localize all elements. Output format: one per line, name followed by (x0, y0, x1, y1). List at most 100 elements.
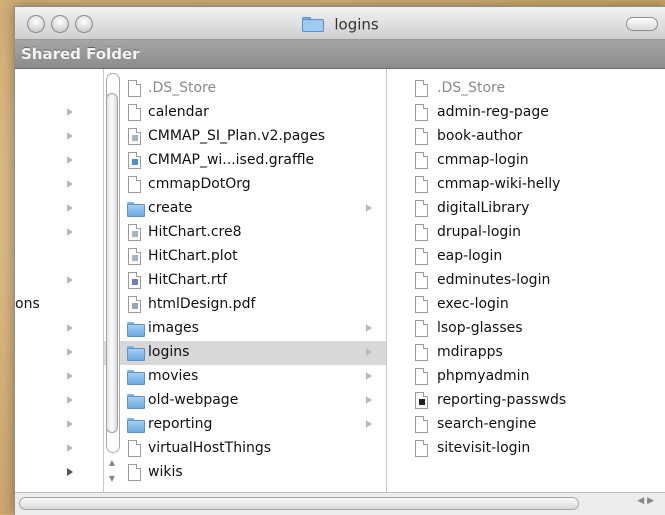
document-icon (413, 79, 431, 99)
list-item[interactable]: CMMAP_SI_Plan.v2.pages (104, 125, 386, 149)
list-item[interactable]: search-engine (387, 413, 665, 437)
list-item[interactable]: cmmapDotOrg (104, 173, 386, 197)
list-item[interactable] (15, 389, 103, 413)
shared-folder-bar: Shared Folder (15, 40, 665, 69)
disclosure-arrow-icon[interactable] (366, 372, 372, 380)
window-title: logins (334, 15, 379, 34)
disclosure-arrow-icon[interactable] (67, 132, 73, 140)
list-item[interactable]: HitChart.rtf (104, 269, 386, 293)
document-icon (413, 367, 431, 387)
document-icon (126, 439, 144, 459)
disclosure-arrow-icon[interactable] (67, 420, 73, 428)
list-item[interactable]: CMMAP_wi...ised.graffle (104, 149, 386, 173)
list-item[interactable]: create (104, 197, 386, 221)
list-item[interactable]: drupal-login (387, 221, 665, 245)
window-title-group: logins (15, 14, 665, 34)
list-item[interactable]: sitevisit-login (387, 437, 665, 461)
disclosure-arrow-icon[interactable] (67, 156, 73, 164)
disclosure-arrow-icon[interactable] (67, 204, 73, 212)
list-item[interactable] (15, 341, 103, 365)
pages-document-icon (126, 127, 144, 147)
disclosure-arrow-icon[interactable] (67, 468, 73, 476)
plot-document-icon (126, 247, 144, 267)
disclosure-arrow-icon[interactable] (67, 108, 73, 116)
list-item[interactable]: calendar (104, 101, 386, 125)
scroll-arrows-icon[interactable]: ▲ ▼ (106, 455, 118, 489)
list-item[interactable] (15, 269, 103, 293)
list-item[interactable]: HitChart.cre8 (104, 221, 386, 245)
horizontal-scroll-thumb[interactable] (19, 497, 579, 510)
list-item[interactable] (15, 317, 103, 341)
list-item[interactable] (15, 125, 103, 149)
list-item[interactable]: lsop-glasses (387, 317, 665, 341)
item-name: htmlDesign.pdf (148, 296, 256, 312)
item-name: calendar (148, 104, 209, 120)
list-item[interactable]: cmmap-login (387, 149, 665, 173)
list-item[interactable] (15, 221, 103, 245)
list-item[interactable]: .DS_Store (387, 77, 665, 101)
disclosure-arrow-icon[interactable] (366, 396, 372, 404)
list-item[interactable]: reporting (104, 413, 386, 437)
disclosure-arrow-icon[interactable] (366, 324, 372, 332)
folder-icon (126, 415, 145, 435)
list-item[interactable] (15, 413, 103, 437)
list-item[interactable] (15, 77, 103, 101)
disclosure-arrow-icon[interactable] (67, 348, 73, 356)
disclosure-arrow-icon[interactable] (67, 180, 73, 188)
disclosure-arrow-icon[interactable] (366, 348, 372, 356)
document-icon (413, 439, 431, 459)
disclosure-arrow-icon[interactable] (67, 372, 73, 380)
partial-item-label[interactable]: ons (15, 296, 40, 312)
list-item[interactable] (15, 437, 103, 461)
list-item[interactable]: exec-login (387, 293, 665, 317)
list-item[interactable] (15, 245, 103, 269)
list-item[interactable]: movies (104, 365, 386, 389)
list-item[interactable] (15, 197, 103, 221)
list-item[interactable]: admin-reg-page (387, 101, 665, 125)
list-item[interactable]: HitChart.plot (104, 245, 386, 269)
list-item[interactable] (15, 461, 103, 485)
toolbar-toggle-button[interactable] (626, 17, 658, 31)
disclosure-arrow-icon[interactable] (67, 228, 73, 236)
list-item[interactable]: images (104, 317, 386, 341)
horizontal-scrollbar[interactable]: ◀ ▶ (15, 492, 665, 515)
list-item[interactable]: digitalLibrary (387, 197, 665, 221)
item-name: images (148, 320, 199, 336)
list-item[interactable]: mdirapps (387, 341, 665, 365)
list-item[interactable] (15, 149, 103, 173)
item-name: phpmyadmin (437, 368, 530, 384)
column-1[interactable]: ons (15, 69, 104, 493)
list-item[interactable]: reporting-passwds (387, 389, 665, 413)
graffle-document-icon (126, 151, 144, 171)
list-item[interactable]: wikis (104, 461, 386, 485)
horizontal-scroll-arrows-icon[interactable]: ◀ ▶ (637, 496, 654, 506)
list-item[interactable]: phpmyadmin (387, 365, 665, 389)
disclosure-arrow-icon[interactable] (67, 444, 73, 452)
item-name: mdirapps (437, 344, 503, 360)
disclosure-arrow-icon[interactable] (366, 420, 372, 428)
title-bar[interactable]: logins (15, 7, 665, 40)
list-item[interactable]: eap-login (387, 245, 665, 269)
list-item[interactable]: htmlDesign.pdf (104, 293, 386, 317)
list-item[interactable]: virtualHostThings (104, 437, 386, 461)
list-item[interactable]: edminutes-login (387, 269, 665, 293)
column-2-vertical-scrollbar[interactable]: ▲ ▼ (104, 69, 120, 493)
pdf-document-icon (126, 295, 144, 315)
column-2[interactable]: .DS_Store calendar CMMAP_SI_Plan.v2.pages C… (104, 69, 387, 493)
list-item[interactable]: logins (104, 341, 386, 365)
list-item[interactable]: old-webpage (104, 389, 386, 413)
disclosure-arrow-icon[interactable] (67, 396, 73, 404)
list-item[interactable] (15, 173, 103, 197)
column-3[interactable]: .DS_Store admin-reg-page book-author cmmap-… (387, 69, 665, 493)
scroll-thumb[interactable] (106, 93, 118, 433)
list-item[interactable] (15, 365, 103, 389)
item-name: logins (148, 344, 190, 360)
list-item[interactable]: book-author (387, 125, 665, 149)
disclosure-arrow-icon[interactable] (67, 324, 73, 332)
disclosure-arrow-icon[interactable] (366, 204, 372, 212)
list-item[interactable]: cmmap-wiki-helly (387, 173, 665, 197)
disclosure-arrow-icon[interactable] (67, 276, 73, 284)
list-item[interactable] (15, 101, 103, 125)
list-item[interactable]: .DS_Store (104, 77, 386, 101)
document-icon (413, 103, 431, 123)
